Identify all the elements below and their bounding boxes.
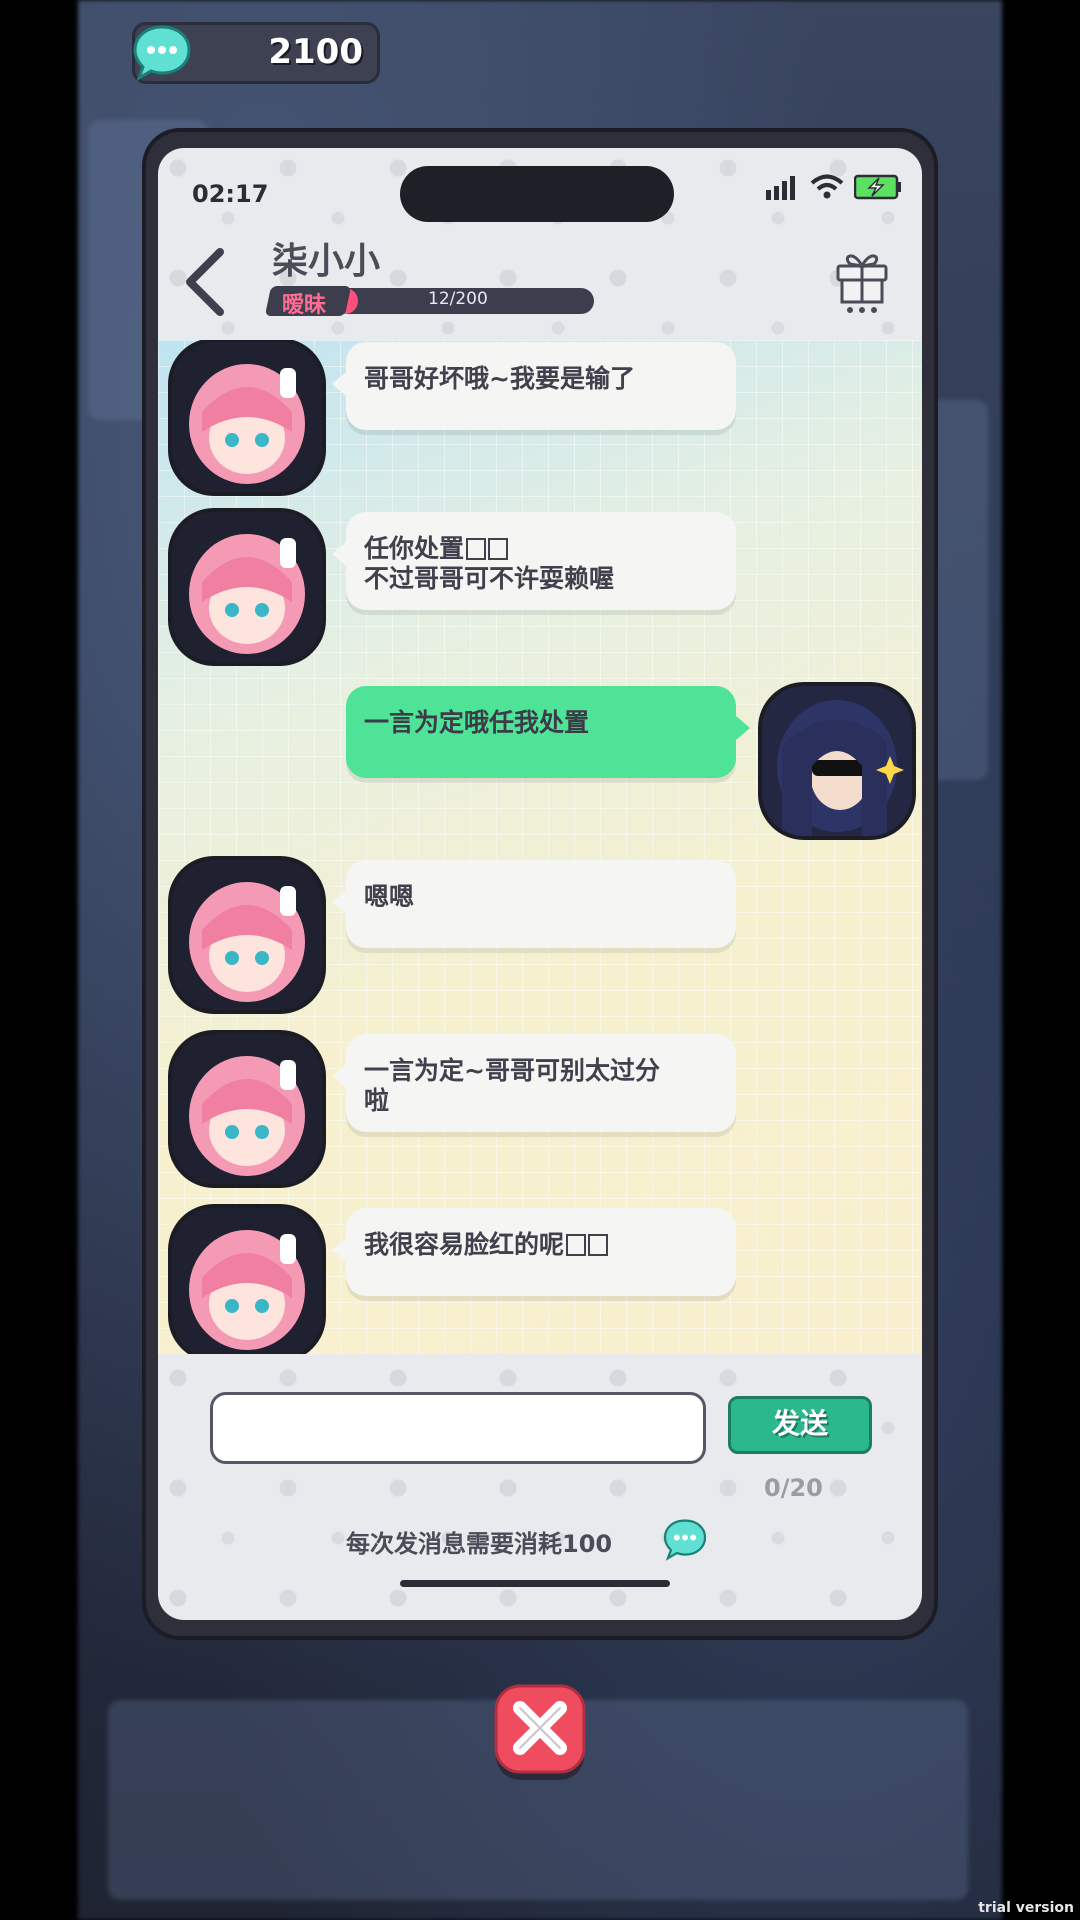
message-text: 我很容易脸红的呢 xyxy=(364,1230,565,1259)
emoji-glyph xyxy=(466,538,487,560)
phone-frame: 02:17 柒小小 暧昧 12/200 哥哥好坏哦~我要是输了 任你处置 不过哥… xyxy=(146,132,934,1636)
phone-notch xyxy=(400,166,674,222)
message-row: 任你处置 不过哥哥可不许耍赖喔 xyxy=(158,512,922,672)
message-row: 我很容易脸红的呢 xyxy=(158,1208,922,1354)
back-button[interactable] xyxy=(180,244,230,320)
gift-button[interactable] xyxy=(832,244,892,314)
cost-note: 每次发消息需要消耗100 xyxy=(346,1530,613,1558)
signal-icon xyxy=(766,176,795,200)
contact-avatar[interactable] xyxy=(172,1208,322,1354)
message-text: 任你处置 xyxy=(364,534,465,563)
message-text: 哥哥好坏哦~我要是输了 xyxy=(364,364,635,393)
currency-display: 2100 xyxy=(132,22,380,84)
relationship-label: 暧昧 xyxy=(282,293,327,318)
message-input[interactable] xyxy=(210,1392,706,1464)
contact-name: 柒小小 xyxy=(272,241,381,282)
close-icon xyxy=(494,1684,586,1780)
message-bubble-self: 一言为定哦任我处置 xyxy=(346,686,750,778)
message-bubble: 我很容易脸红的呢 xyxy=(332,1208,736,1296)
message-text: 嗯嗯 xyxy=(364,882,415,911)
message-bubble: 哥哥好坏哦~我要是输了 xyxy=(332,342,736,430)
player-avatar[interactable] xyxy=(762,686,912,836)
contact-avatar[interactable] xyxy=(172,342,322,492)
emoji-glyph xyxy=(588,1234,609,1256)
close-button[interactable] xyxy=(492,1682,588,1782)
affinity-bar: 暧昧 12/200 xyxy=(264,286,598,318)
chevron-left-icon xyxy=(186,248,224,316)
message-text: 一言为定哦任我处置 xyxy=(364,708,590,737)
emoji-glyph xyxy=(488,538,509,560)
contact-avatar[interactable] xyxy=(172,1034,322,1184)
emoji-glyph xyxy=(566,1234,587,1256)
battery-icon xyxy=(854,174,901,200)
message-text: 啦 xyxy=(364,1086,390,1115)
affinity-count: 12/200 xyxy=(428,289,488,309)
message-bubble: 嗯嗯 xyxy=(332,860,736,948)
currency-amount: 2100 xyxy=(268,32,363,72)
message-bubble: 一言为定~哥哥可别太过分 啦 xyxy=(332,1034,736,1132)
message-text: 不过哥哥可不许耍赖喔 xyxy=(364,564,615,593)
message-row: 嗯嗯 xyxy=(158,860,922,1020)
status-icons xyxy=(766,174,902,200)
chat-coin-icon xyxy=(662,1516,708,1562)
send-button[interactable]: 发送 xyxy=(728,1396,872,1454)
status-time: 02:17 xyxy=(192,180,269,208)
message-row: 哥哥好坏哦~我要是输了 xyxy=(158,342,922,502)
gift-icon xyxy=(836,254,888,313)
contact-avatar[interactable] xyxy=(172,512,322,662)
watermark: trial version xyxy=(978,1900,1074,1916)
home-indicator xyxy=(400,1580,670,1587)
char-count: 0/20 xyxy=(764,1474,823,1502)
message-row: 一言为定~哥哥可别太过分 啦 xyxy=(158,1034,922,1194)
message-text: 一言为定~哥哥可别太过分 xyxy=(364,1056,660,1085)
message-row: 一言为定哦任我处置 xyxy=(158,686,922,846)
wifi-icon xyxy=(810,174,844,199)
chat-area[interactable]: 哥哥好坏哦~我要是输了 任你处置 不过哥哥可不许耍赖喔 一言为定哦任我处置 嗯嗯… xyxy=(158,340,922,1354)
phone-screen: 02:17 柒小小 暧昧 12/200 哥哥好坏哦~我要是输了 任你处置 不过哥… xyxy=(158,148,922,1620)
message-bubble: 任你处置 不过哥哥可不许耍赖喔 xyxy=(332,512,736,610)
contact-avatar[interactable] xyxy=(172,860,322,1010)
chat-coin-icon xyxy=(131,21,193,83)
